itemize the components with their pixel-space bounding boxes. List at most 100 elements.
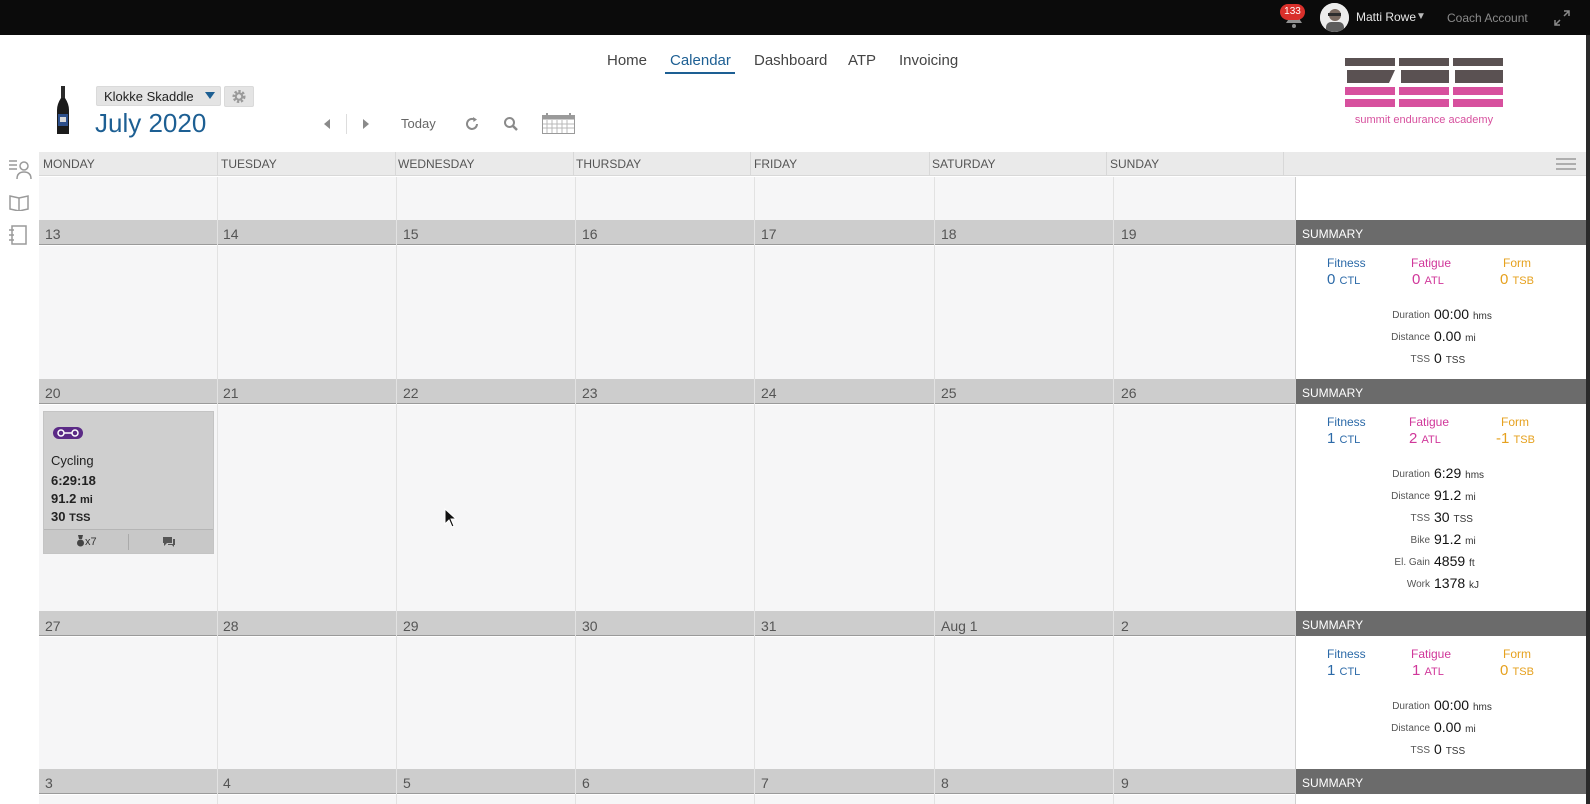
stat-row: TSS 0 TSS — [1296, 741, 1590, 761]
stat-row: Distance 0.00 mi — [1296, 719, 1590, 739]
calendar-week-cells[interactable] — [39, 637, 1296, 769]
divider — [395, 152, 396, 176]
stat-value: 00:00 hms — [1434, 306, 1492, 322]
divider — [754, 220, 755, 804]
weekday-header: MONDAY TUESDAY WEDNESDAY THURSDAY FRIDAY… — [39, 152, 1590, 176]
athlete-list-icon[interactable] — [8, 158, 32, 180]
form-label: Form — [1501, 415, 1529, 429]
day-number: 26 — [1121, 385, 1137, 401]
divider — [217, 152, 218, 176]
window-edge — [1586, 35, 1590, 804]
nav-home[interactable]: Home — [607, 52, 647, 69]
stat-value: 1378 kJ — [1434, 575, 1480, 591]
coach-account-link[interactable]: Coach Account — [1447, 11, 1528, 25]
day-number: 9 — [1121, 775, 1129, 791]
day-number: 8 — [941, 775, 949, 791]
fitness-label: Fitness — [1327, 415, 1366, 429]
stat-value: 00:00 hms — [1434, 697, 1492, 713]
weekday-label: WEDNESDAY — [398, 157, 475, 171]
divider — [1113, 177, 1114, 220]
avatar[interactable] — [1320, 3, 1349, 32]
chevron-down-icon[interactable] — [205, 92, 215, 99]
calendar-view-icon[interactable] — [542, 113, 575, 134]
day-number: 27 — [45, 618, 61, 634]
fitness-value: 1 CTL — [1327, 430, 1361, 447]
menu-icon[interactable] — [1556, 158, 1576, 170]
stat-value: 0 TSS — [1434, 350, 1466, 366]
fatigue-label: Fatigue — [1409, 415, 1450, 429]
notification-badge[interactable]: 133 — [1280, 4, 1305, 20]
stat-value: 30 TSS — [1434, 509, 1473, 525]
stat-label: El. Gain — [1394, 557, 1430, 568]
divider — [754, 177, 755, 220]
workout-sport: Cycling — [51, 453, 94, 468]
stat-label: Distance — [1391, 332, 1430, 343]
medal-icon — [77, 535, 84, 547]
form-value: -1 TSB — [1496, 430, 1535, 447]
divider — [934, 220, 935, 804]
stat-value: 0.00 mi — [1434, 328, 1476, 344]
divider — [573, 152, 574, 176]
stat-label: Duration — [1392, 701, 1430, 712]
workout-card[interactable]: Cycling 6:29:18 91.2 mi 30 TSS x7 — [43, 411, 214, 554]
fitness-value: 1 CTL — [1327, 662, 1361, 679]
today-button[interactable]: Today — [401, 116, 436, 131]
day-number: 6 — [582, 775, 590, 791]
workout-footer: x7 — [44, 529, 213, 553]
day-number: 22 — [403, 385, 419, 401]
weekday-label: SATURDAY — [932, 157, 996, 171]
summary-header: SUMMARY — [1296, 769, 1590, 794]
settings-button[interactable] — [224, 86, 254, 107]
day-number: 20 — [45, 385, 61, 401]
summary-header: SUMMARY — [1296, 220, 1590, 245]
expand-icon[interactable] — [1553, 9, 1571, 27]
medals-button[interactable]: x7 — [76, 535, 97, 548]
comment-icon[interactable] — [162, 536, 176, 548]
stat-value: 4859 ft — [1434, 553, 1475, 569]
library-icon[interactable] — [8, 193, 30, 211]
day-number: 16 — [582, 226, 598, 242]
day-number: 5 — [403, 775, 411, 791]
weekday-label: THURSDAY — [576, 157, 642, 171]
divider — [1106, 152, 1107, 176]
weekday-label: SUNDAY — [1110, 157, 1160, 171]
search-icon[interactable] — [503, 116, 519, 132]
mouse-cursor — [444, 508, 458, 528]
nav-dashboard[interactable]: Dashboard — [754, 52, 827, 69]
divider — [128, 534, 129, 550]
prev-arrow-icon[interactable] — [322, 118, 332, 130]
stat-row: TSS 30 TSS — [1296, 509, 1590, 529]
user-name[interactable]: Matti Rowe — [1356, 10, 1416, 24]
calendar-week-cells[interactable] — [39, 795, 1296, 804]
stat-label: Duration — [1392, 310, 1430, 321]
day-number: 3 — [45, 775, 53, 791]
fatigue-value: 2 ATL — [1409, 430, 1441, 447]
refresh-icon[interactable] — [464, 116, 480, 132]
divider — [217, 220, 218, 804]
workout-duration: 6:29:18 — [51, 473, 96, 488]
stat-label: TSS — [1410, 513, 1430, 524]
notebook-icon[interactable] — [8, 225, 28, 245]
day-number: 21 — [223, 385, 239, 401]
fatigue-label: Fatigue — [1411, 256, 1452, 270]
nav-atp[interactable]: ATP — [848, 52, 876, 69]
fatigue-value: 1 ATL — [1412, 662, 1444, 679]
stat-row: Distance 91.2 mi — [1296, 487, 1590, 507]
chevron-down-icon[interactable]: ▼ — [1416, 11, 1426, 22]
calendar-week-cells[interactable] — [39, 246, 1296, 379]
stat-row: Duration 00:00 hms — [1296, 697, 1590, 717]
athlete-select[interactable]: Klokke Skaddle — [96, 86, 221, 106]
nav-calendar[interactable]: Calendar — [670, 52, 731, 69]
stat-value: 91.2 mi — [1434, 487, 1476, 503]
divider — [929, 152, 930, 176]
day-number: 7 — [761, 775, 769, 791]
athlete-photo — [57, 86, 69, 134]
calendar-week-cells[interactable] — [39, 405, 1296, 611]
stat-row: TSS 0 TSS — [1296, 350, 1590, 370]
day-number: 2 — [1121, 618, 1129, 634]
next-arrow-icon[interactable] — [361, 118, 371, 130]
nav-invoicing[interactable]: Invoicing — [899, 52, 958, 69]
weekday-label: FRIDAY — [754, 157, 798, 171]
academy-logo: summit endurance academy — [1345, 58, 1503, 126]
divider — [575, 177, 576, 220]
